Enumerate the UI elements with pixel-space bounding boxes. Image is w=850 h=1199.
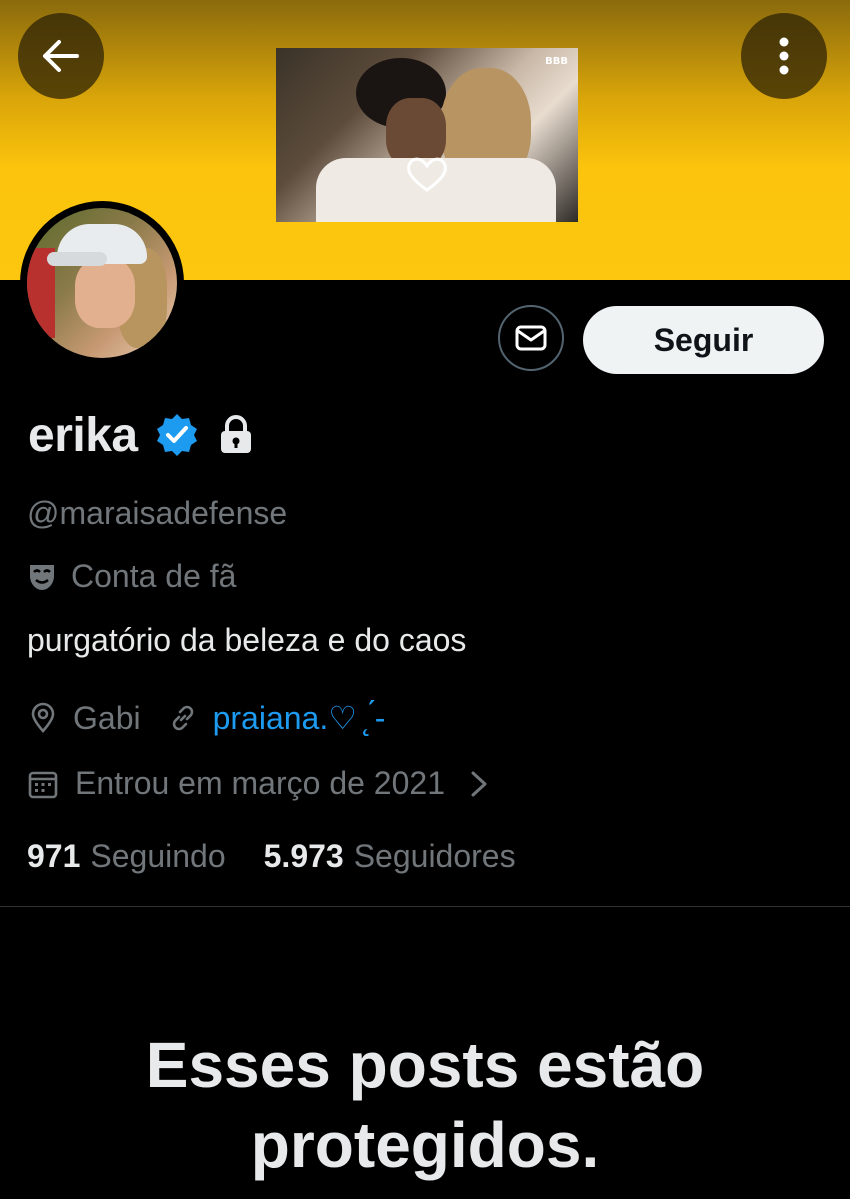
location-label: Gabi: [73, 699, 141, 736]
follow-button[interactable]: Seguir: [583, 306, 824, 374]
more-options-button[interactable]: [741, 13, 827, 99]
display-name: erika: [28, 408, 138, 462]
theater-mask-icon: [30, 564, 54, 590]
location-pin-icon: [31, 702, 55, 733]
verified-badge-icon[interactable]: [154, 412, 200, 458]
protected-message-line1: Esses posts estão: [145, 1029, 705, 1101]
lock-icon: [220, 415, 251, 453]
profile-name-row: erika: [28, 405, 254, 465]
heart-icon: [407, 157, 447, 192]
more-vertical-icon: [779, 37, 789, 75]
banner-image: BBB: [276, 48, 578, 222]
avatar-image: [27, 208, 177, 358]
mail-icon: [515, 325, 547, 351]
divider: [0, 906, 850, 907]
follow-stats: 971 Seguindo 5.973 Seguidores: [27, 838, 516, 875]
followers-label: Seguidores: [353, 838, 516, 874]
back-button[interactable]: [18, 13, 104, 99]
profile-bio: purgatório da beleza e do caos: [27, 622, 467, 658]
arrow-left-icon: [43, 40, 79, 72]
following-label: Seguindo: [90, 838, 226, 874]
protected-message-line2: protegidos.: [250, 1109, 600, 1181]
followers-count: 5.973: [263, 838, 344, 874]
chevron-right-icon: [471, 771, 487, 796]
following-link[interactable]: 971 Seguindo: [27, 838, 226, 875]
joined-date-row[interactable]: Entrou em março de 2021: [27, 765, 491, 802]
message-button[interactable]: [498, 305, 564, 371]
following-count: 971: [27, 838, 81, 874]
profile-meta: Gabi praiana.♡ ̨ ́-: [27, 699, 385, 737]
website-link[interactable]: praiana.♡ ̨ ́-: [213, 699, 386, 737]
category-label: Conta de fã: [71, 558, 237, 594]
link-icon: [172, 705, 193, 731]
joined-date-label: Entrou em março de 2021: [75, 765, 445, 801]
calendar-icon: [28, 771, 58, 798]
profile-category: Conta de fã: [27, 558, 236, 595]
banner-logo: BBB: [545, 56, 568, 67]
followers-link[interactable]: 5.973 Seguidores: [264, 838, 516, 875]
protected-posts-message: Esses posts estão protegidos.: [0, 1025, 850, 1185]
username-handle: @maraisadefense: [27, 495, 288, 531]
avatar[interactable]: [20, 201, 184, 365]
